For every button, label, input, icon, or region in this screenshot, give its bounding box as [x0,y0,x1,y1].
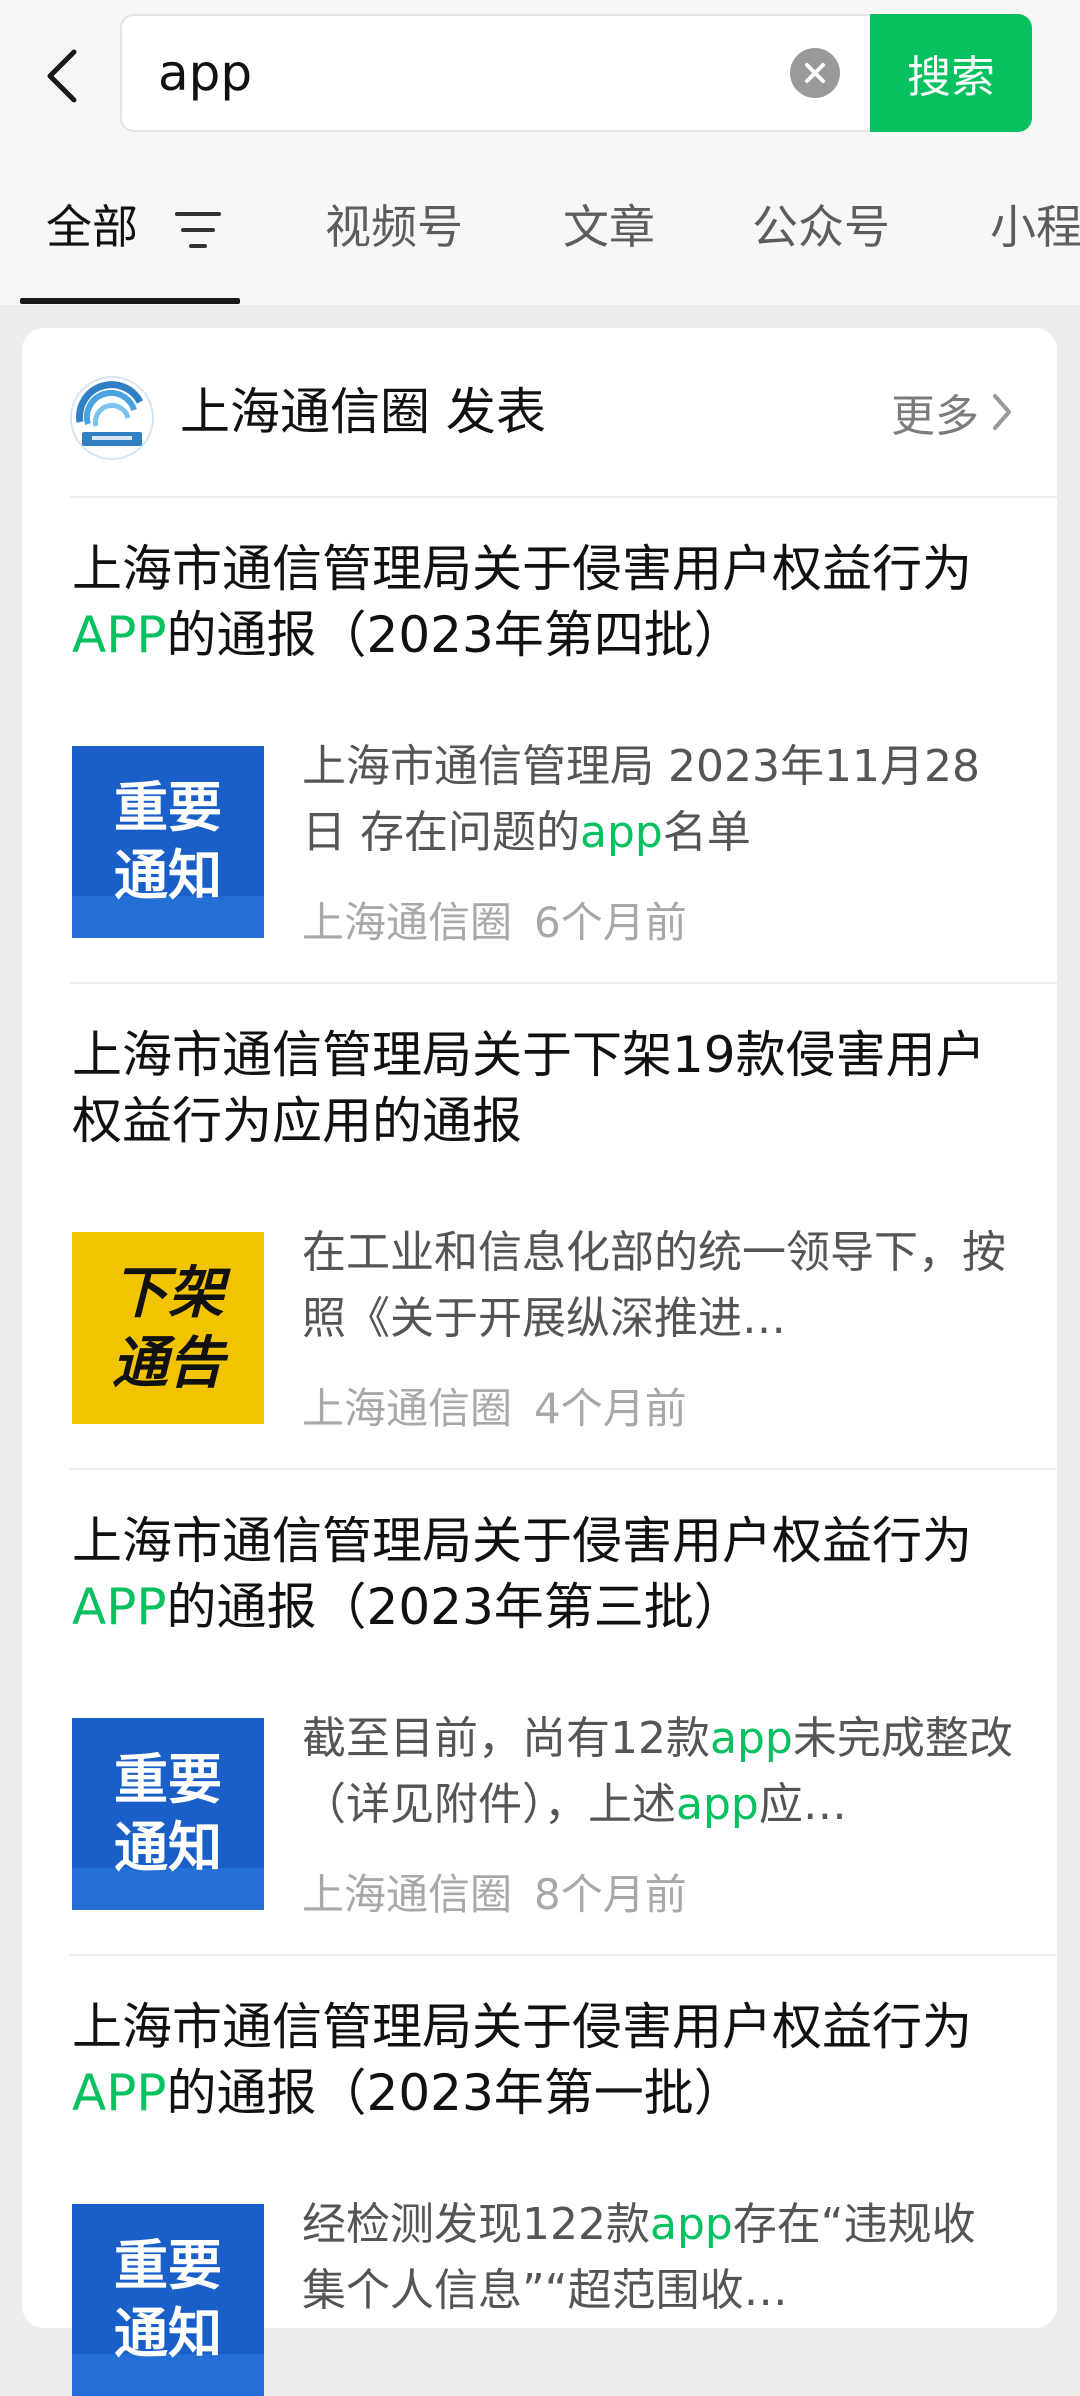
thumb-text-bottom: 通知 [114,844,222,907]
tab-articles[interactable]: 文章 [563,150,655,305]
result-item[interactable]: 上海市通信管理局关于侵害用户权益行为APP的通报（2023年第四批） 重要 通知… [22,498,1057,982]
result-time: 6个月前 [534,898,687,947]
result-time: 4个月前 [534,1384,687,1433]
more-label: 更多 [891,391,979,442]
back-button[interactable] [30,36,94,116]
result-meta: 上海通信圈 8个月前 [302,1860,687,1930]
thumb-text-top: 重要 [114,2234,222,2297]
thumb-text-top: 重要 [114,776,222,839]
thumb-text-bottom: 通告 [112,1331,229,1396]
chevron-right-icon [993,394,1011,430]
result-title: 上海市通信管理局关于侵害用户权益行为APP的通报（2023年第一批） [72,1998,972,2122]
source-header[interactable]: 上海通信圈 发表 更多 [22,328,1057,496]
clear-icon [805,63,825,83]
notice-thumbnail: 重要 通知 [72,1718,264,1910]
thumb-text-bottom: 通知 [114,1816,222,1879]
search-tabs: 全部 视频号 文章 公众号 小程 [0,150,1080,305]
result-time: 8个月前 [534,1870,687,1919]
notice-thumbnail: 重要 通知 [72,2204,264,2396]
results-card: 上海通信圈 发表 更多 上海市通信管理局关于侵害用户权益行为APP的通报（202… [22,328,1057,2396]
search-query[interactable]: app [158,16,252,130]
result-author: 上海通信圈 [302,1870,513,1919]
thumb-text-top: 下架 [112,1261,231,1326]
result-title: 上海市通信管理局关于侵害用户权益行为APP的通报（2023年第四批） [72,540,972,664]
result-item[interactable]: 上海市通信管理局关于侵害用户权益行为APP的通报（2023年第一批） 重要 通知… [22,1956,1057,2396]
result-meta: 上海通信圈 6个月前 [302,888,687,958]
thumb-text-top: 重要 [114,1748,222,1811]
result-title: 上海市通信管理局关于下架19款侵害用户权益行为应用的通报 [72,1026,986,1150]
result-description: 经检测发现122款app存在“违规收集个人信息”“超范围收… [302,2199,976,2316]
result-item[interactable]: 上海市通信管理局关于侵害用户权益行为APP的通报（2023年第三批） 重要 通知… [22,1470,1057,1954]
result-item[interactable]: 上海市通信管理局关于下架19款侵害用户权益行为应用的通报 下架 通告 在工业和信… [22,984,1057,1468]
result-description: 上海市通信管理局 2023年11月28日 存在问题的app名单 [302,741,980,858]
search-input[interactable]: app [120,14,880,132]
filter-icon[interactable] [175,210,221,250]
more-link[interactable]: 更多 [891,328,1013,496]
result-author: 上海通信圈 [302,1384,513,1433]
result-description: 截至目前，尚有12款app未完成整改（详见附件），上述app应… [302,1713,1013,1830]
search-button[interactable]: 搜索 [870,14,1032,132]
tab-official-accounts[interactable]: 公众号 [752,150,890,305]
back-icon [47,49,77,103]
thumb-text-bottom: 通知 [114,2302,222,2365]
source-name: 上海通信圈 发表 [180,383,546,441]
result-description: 在工业和信息化部的统一领导下，按照《关于开展纵深推进… [302,1227,1006,1344]
active-tab-indicator [20,298,240,304]
tab-all[interactable]: 全部 [46,150,138,305]
tab-channels[interactable]: 视频号 [325,150,463,305]
takedown-notice-thumbnail: 下架 通告 [72,1232,264,1424]
tab-mini-programs[interactable]: 小程 [990,150,1080,305]
result-meta: 上海通信圈 4个月前 [302,1374,687,1444]
notice-thumbnail: 重要 通知 [72,746,264,938]
result-title: 上海市通信管理局关于侵害用户权益行为APP的通报（2023年第三批） [72,1512,972,1636]
result-author: 上海通信圈 [302,898,513,947]
search-header: app 搜索 [0,0,1080,150]
source-logo [70,376,154,460]
clear-button[interactable] [790,48,840,98]
